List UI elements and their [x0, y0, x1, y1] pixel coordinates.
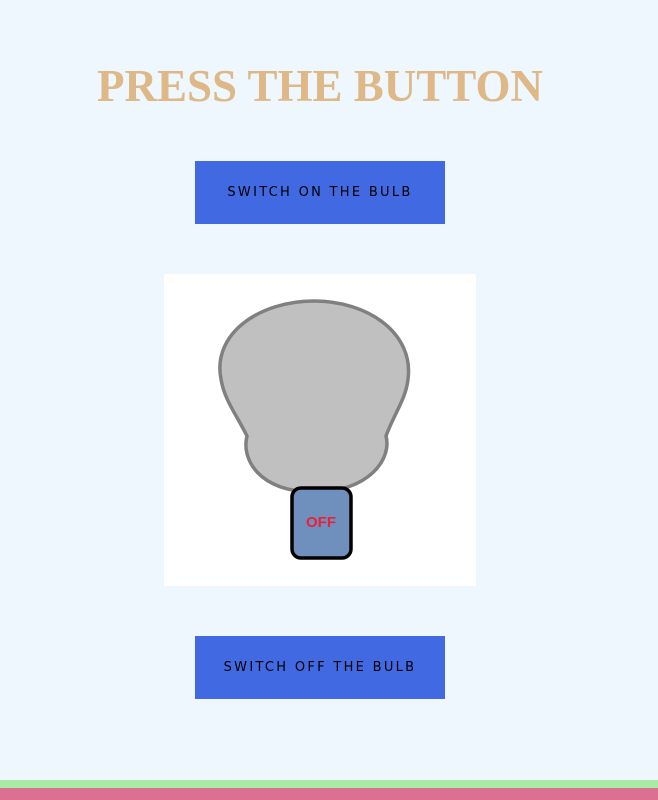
bulb-graphic: OFF [218, 299, 411, 560]
bulb-switch-label: OFF [306, 514, 336, 531]
footer-stripe-green [0, 780, 658, 788]
page-title: PRESS THE BUTTON [96, 61, 543, 111]
bulb-switch[interactable]: OFF [290, 486, 353, 560]
bulb-glass [218, 299, 411, 494]
footer-stripe-pink [0, 788, 658, 800]
switch-off-button[interactable]: SWITCH OFF THE BULB [195, 636, 445, 699]
bulb-panel: OFF [164, 274, 476, 586]
switch-on-button[interactable]: SWITCH ON THE BULB [195, 161, 445, 224]
